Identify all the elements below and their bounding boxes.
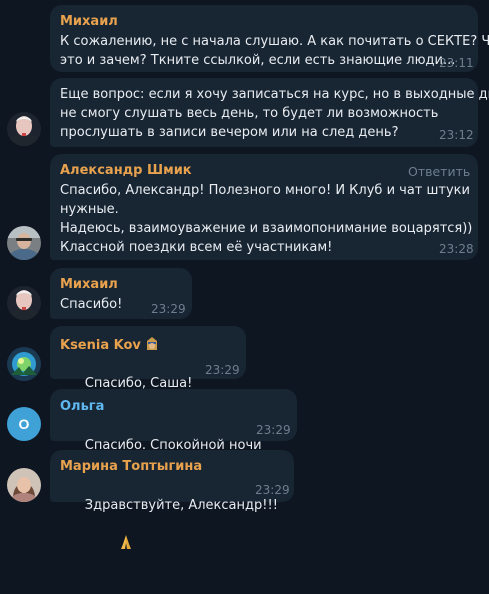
message-bubble[interactable]: Михаил Спасибо! 23:29 [50,268,192,319]
message-time: 23:29 [205,363,240,377]
reply-button[interactable]: Ответить [408,164,470,179]
message-text-line: Спасибо! [60,297,123,312]
message-text-line: Надеюсь, взаимоуважение и взаимопонимани… [60,221,473,236]
message-text-line: Спасибо, Александр! Полезного много! И К… [60,183,470,198]
message-bubble[interactable]: Михаил К сожалению, не с начала слушаю. … [50,5,489,72]
message-time: 23:12 [439,128,474,142]
message-text-line: прослушать в записи вечером или на след … [60,125,399,140]
message-text-line: Классной поездки всем её участникам! [60,240,333,255]
user-photo-icon[interactable] [7,226,41,260]
sender-name[interactable]: Михаил [60,14,118,29]
message-time: 23:29 [151,302,186,316]
chat-history[interactable]: Михаил К сожалению, не с начала слушаю. … [0,0,489,549]
message-time: 23:29 [255,483,290,497]
sender-name-text: Ksenia Kov [60,338,141,353]
message-bubble[interactable]: Еще вопрос: если я хочу записаться на ку… [50,78,489,147]
message-bubble[interactable]: Марина Топтыгина Здравствуйте, Александр… [50,450,294,549]
message-text-line: это и зачем? Ткните ссылкой, если есть з… [60,53,456,68]
message-text-line: нужные. [60,202,119,217]
message-time: 23:11 [439,56,474,70]
message-bubble[interactable]: Ksenia Kov Спасибо, Саша! 23:29 [50,326,246,489]
pharaoh-emoji-icon [145,336,159,355]
user-photo-icon[interactable] [7,112,41,146]
user-photo-icon[interactable] [7,347,41,381]
sender-name[interactable]: Ksenia Kov [60,336,159,355]
message-text-line: не смогу слушать весь день, то будет ли … [60,106,439,121]
message-text-line: Здравствуйте, Александр!!! [60,477,278,594]
message-time: 23:29 [256,423,291,437]
message-time: 23:28 [439,242,474,256]
sender-name[interactable]: Михаил [60,277,118,292]
praying-hands-emoji-icon [85,515,134,575]
user-photo-icon[interactable] [7,286,41,320]
user-photo-icon[interactable] [7,468,41,502]
avatar[interactable]: О [7,407,41,441]
message-bubble[interactable]: Ольга Спасибо. Спокойной ночи 23:29 [50,389,297,490]
message-text-line: К сожалению, не с начала слушаю. А как п… [60,34,489,49]
sender-name[interactable]: Александр Шмик [60,163,192,178]
sender-name[interactable]: Ольга [60,399,104,414]
message-bubble[interactable]: Александр Шмик Ответить Спасибо, Алексан… [50,154,478,260]
sender-name[interactable]: Марина Топтыгина [60,459,202,474]
message-text-line: Еще вопрос: если я хочу записаться на ку… [60,87,489,102]
